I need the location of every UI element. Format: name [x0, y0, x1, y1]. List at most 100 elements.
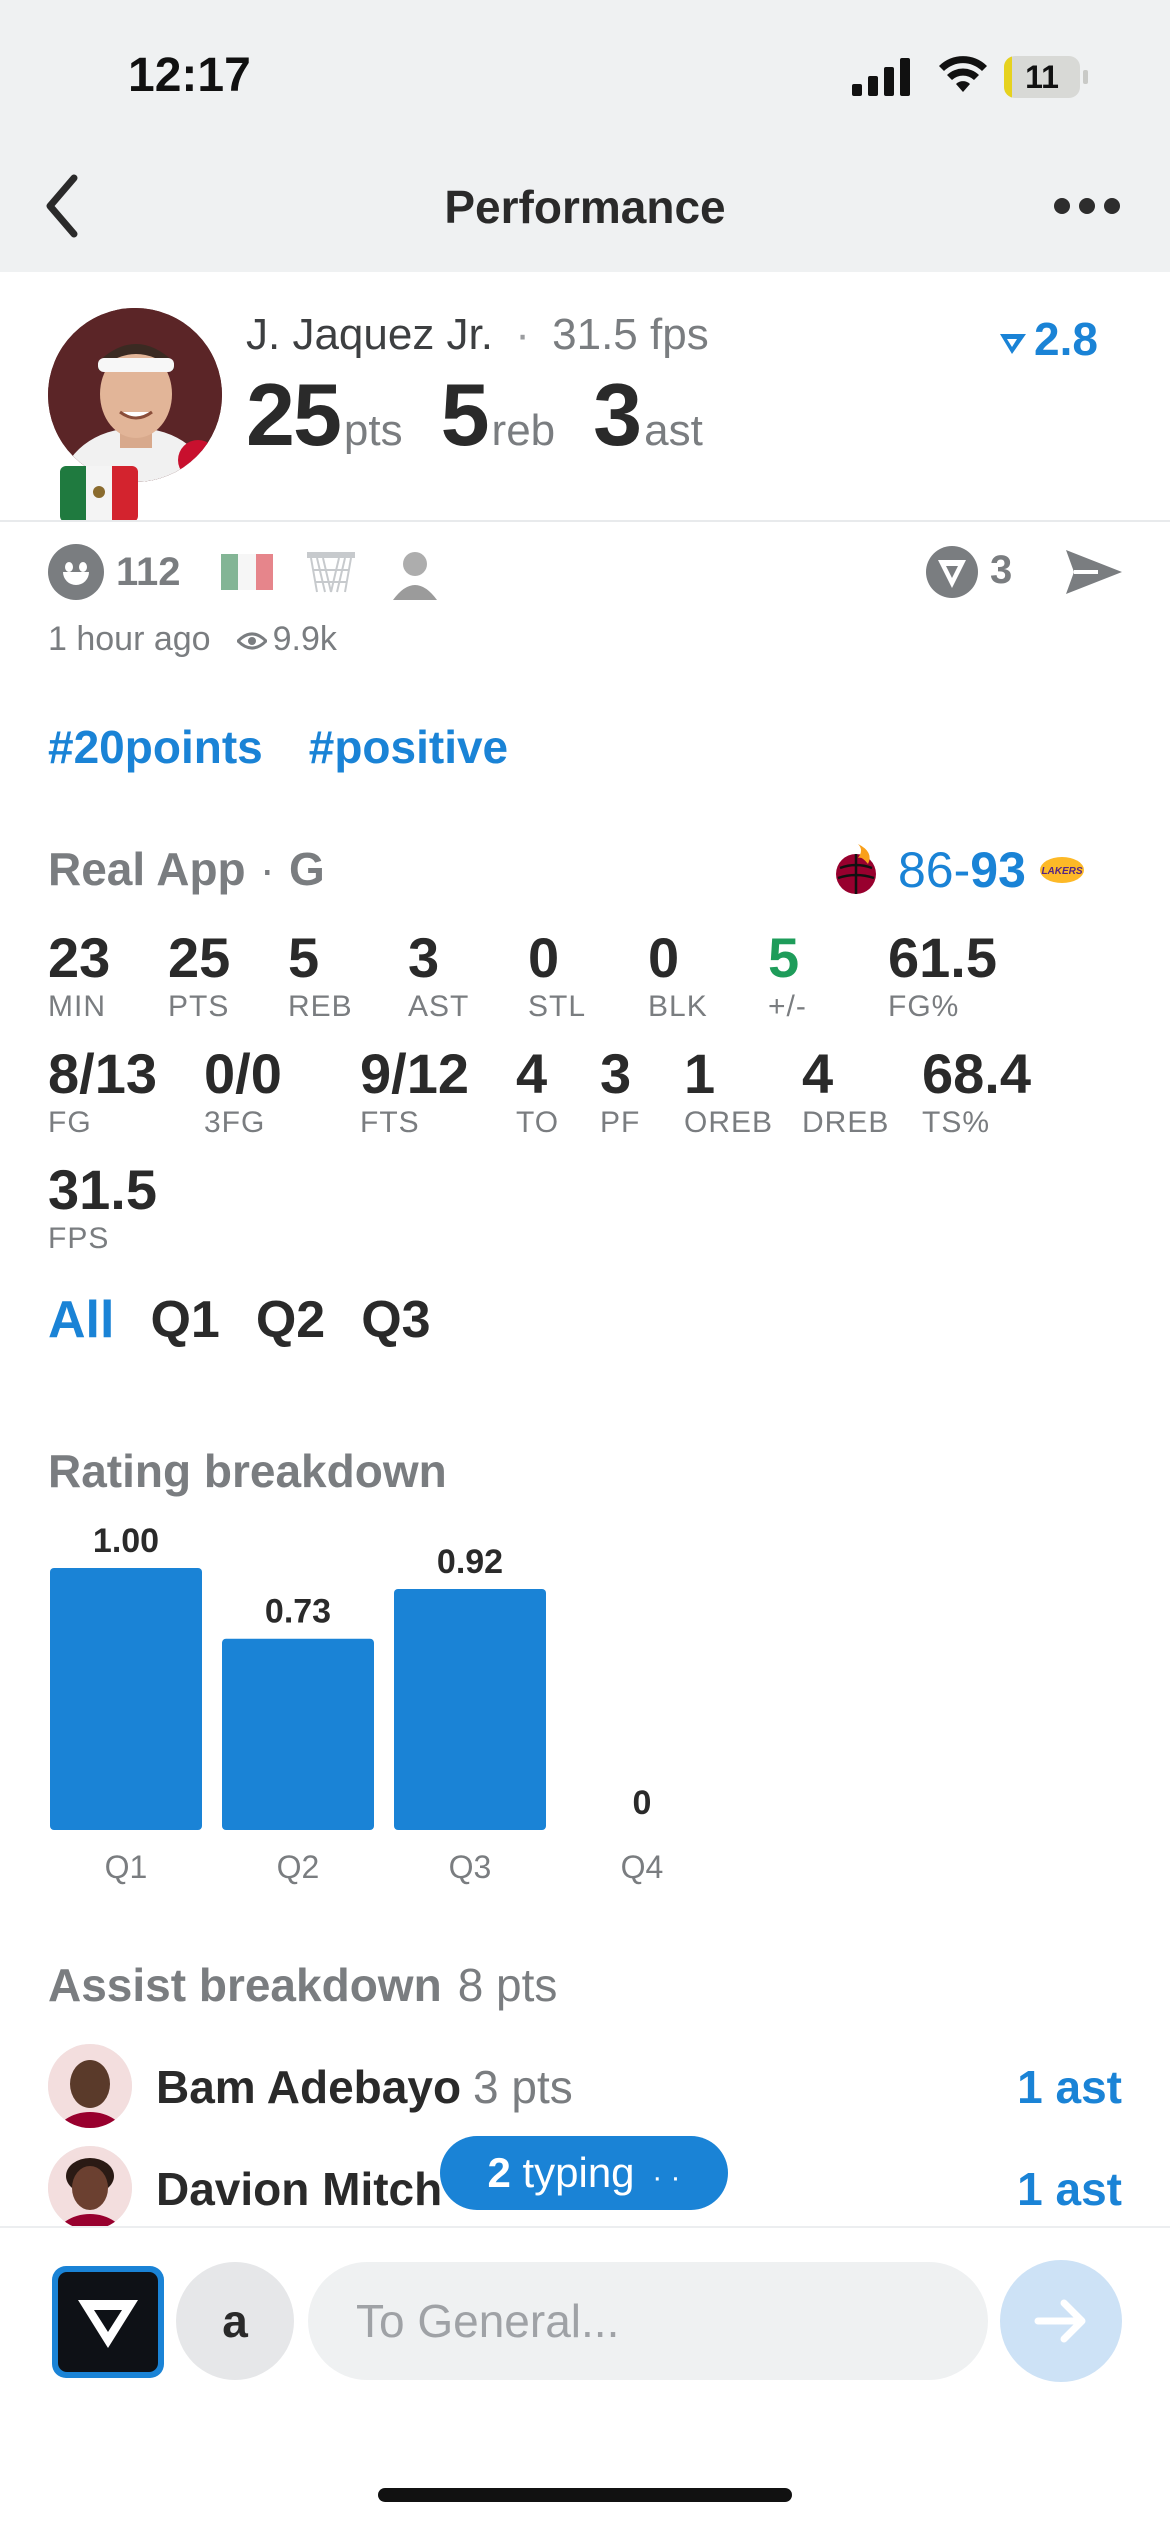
stat-to: 4 TO	[516, 1042, 560, 1140]
real-logo-icon	[1000, 333, 1026, 354]
player-fps: 31.5 fps	[552, 310, 709, 359]
rating-category-label: Q3	[449, 1849, 492, 1885]
period-tabs: All Q1 Q2 Q3	[48, 1290, 467, 1350]
stat-ts-pct: 68.4 TS%	[922, 1042, 1031, 1140]
cellular-signal-icon	[852, 58, 910, 96]
assister-name: Bam Adebayo	[156, 2061, 462, 2113]
typing-indicator[interactable]: 2 typing · ·	[440, 2136, 728, 2210]
rating-bar-q2	[222, 1638, 374, 1830]
lakers-logo-icon: LAKERS	[1039, 857, 1084, 883]
miami-heat-logo-icon	[836, 844, 876, 894]
rating-category-label: Q2	[277, 1849, 320, 1885]
message-composer: a	[0, 2226, 1170, 2532]
reaction-smiley-icon[interactable]	[48, 544, 104, 600]
stat-min: 23 MIN	[48, 926, 111, 1024]
rating-bar-q3	[394, 1588, 546, 1830]
stat-fps: 31.5 FPS	[48, 1158, 157, 1256]
rating-value-label: 0.92	[437, 1543, 503, 1581]
mexico-flag-tag-icon[interactable]	[219, 550, 275, 594]
rating-change-value: 2.8	[1034, 313, 1098, 365]
typing-label: typing	[522, 2149, 635, 2196]
send-button[interactable]	[1000, 2260, 1122, 2382]
player-avatar[interactable]	[48, 308, 222, 482]
basketball-hoop-icon[interactable]	[303, 550, 359, 594]
real-logo-icon	[78, 2300, 138, 2348]
tab-q2[interactable]: Q2	[256, 1291, 325, 1349]
stat-pf: 3 PF	[600, 1042, 641, 1140]
eye-icon	[236, 632, 267, 650]
comment-icon[interactable]	[924, 544, 980, 600]
headline-rebounds: 5	[440, 365, 490, 464]
top-bar: 12:17 11 Performance	[0, 0, 1170, 272]
assister-points: 3 pts	[473, 2061, 573, 2113]
time-ago: 1 hour ago	[48, 620, 211, 658]
stat-pts: 25 PTS	[168, 926, 231, 1024]
player-photo	[48, 308, 222, 482]
stat-fg: 8/13 FG	[48, 1042, 157, 1140]
mexico-flag-icon	[60, 466, 138, 522]
assist-breakdown-title: Assist breakdown 8 pts	[48, 1959, 558, 2011]
headline-assists: 3	[593, 365, 642, 464]
stat-blk: 0 BLK	[648, 926, 708, 1024]
game-context: Real App · G	[48, 843, 325, 895]
typing-count: 2	[487, 2149, 511, 2196]
status-time: 12:17	[128, 49, 251, 102]
player-line: J. Jaquez Jr. · 31.5 fps	[246, 310, 709, 359]
stat-fts: 9/12 FTS	[360, 1042, 469, 1140]
player-tag-icon[interactable]	[387, 544, 443, 600]
wifi-icon	[939, 56, 987, 92]
battery-icon: 11	[1004, 56, 1088, 98]
home-score: 86	[898, 842, 954, 898]
game-score[interactable]: 86-93 LAKERS	[828, 838, 1086, 902]
arrow-right-icon	[1034, 2299, 1086, 2343]
headline-stats: 25pts 5reb 3ast	[246, 365, 703, 464]
divider	[0, 520, 1170, 522]
league-label: Real App	[48, 843, 246, 895]
app-menu-button[interactable]	[52, 2266, 164, 2378]
battery-level: 11	[1025, 59, 1059, 95]
reactions-row: 112	[48, 540, 471, 604]
stat-3fg: 0/0 3FG	[204, 1042, 282, 1140]
stat-dreb: 4 DREB	[802, 1042, 890, 1140]
assist-count: 1 ast	[1017, 2061, 1122, 2113]
hashtag-link[interactable]: #20points	[48, 721, 263, 773]
player-avatar	[48, 2044, 132, 2128]
rating-bar-q1	[50, 1568, 202, 1830]
stat-plus-minus: 5 +/-	[768, 926, 807, 1024]
assist-count: 1 ast	[1017, 2163, 1122, 2215]
rating-breakdown-title: Rating breakdown	[48, 1445, 447, 1497]
tab-q1[interactable]: Q1	[150, 1291, 219, 1349]
assist-total: 8 pts	[457, 1959, 558, 2011]
stat-ast: 3 AST	[408, 926, 470, 1024]
tab-q3[interactable]: Q3	[361, 1291, 430, 1349]
rating-value-label: 0	[633, 1784, 652, 1822]
rating-change-badge: 2.8	[998, 312, 1128, 366]
rating-value-label: 0.73	[265, 1593, 331, 1631]
hashtag-link[interactable]: #positive	[309, 721, 508, 773]
position-label: G	[288, 843, 325, 895]
user-avatar[interactable]: a	[176, 2262, 294, 2380]
rating-bar-chart: 1.00 Q1 0.73 Q2 0.92 Q3 0 Q4	[50, 1522, 663, 1885]
message-input[interactable]	[308, 2262, 988, 2380]
stat-reb: 5 REB	[288, 926, 353, 1024]
assist-row[interactable]: Bam Adebayo 3 pts 1 ast	[48, 2044, 1122, 2128]
hashtags: #20points #positive	[48, 720, 554, 774]
away-score: 93	[970, 842, 1026, 898]
stat-fg-pct: 61.5 FG%	[888, 926, 997, 1024]
tab-all[interactable]: All	[48, 1291, 114, 1349]
headline-points: 25	[246, 365, 342, 464]
share-send-icon[interactable]	[1064, 546, 1124, 598]
page-title: Performance	[444, 181, 726, 233]
home-indicator	[378, 2488, 792, 2502]
player-name[interactable]: J. Jaquez Jr.	[246, 310, 493, 359]
post-meta: 1 hour ago 9.9k	[48, 620, 337, 659]
assister-name: Davion Mitch	[156, 2163, 443, 2215]
more-options-button[interactable]	[1052, 196, 1122, 218]
rating-category-label: Q1	[105, 1849, 148, 1885]
player-avatar	[48, 2146, 132, 2230]
svg-text:LAKERS: LAKERS	[1041, 866, 1082, 877]
reaction-count[interactable]: 112	[116, 550, 181, 595]
comment-count[interactable]: 3	[990, 548, 1012, 593]
view-count: 9.9k	[272, 620, 337, 658]
stat-stl: 0 STL	[528, 926, 587, 1024]
